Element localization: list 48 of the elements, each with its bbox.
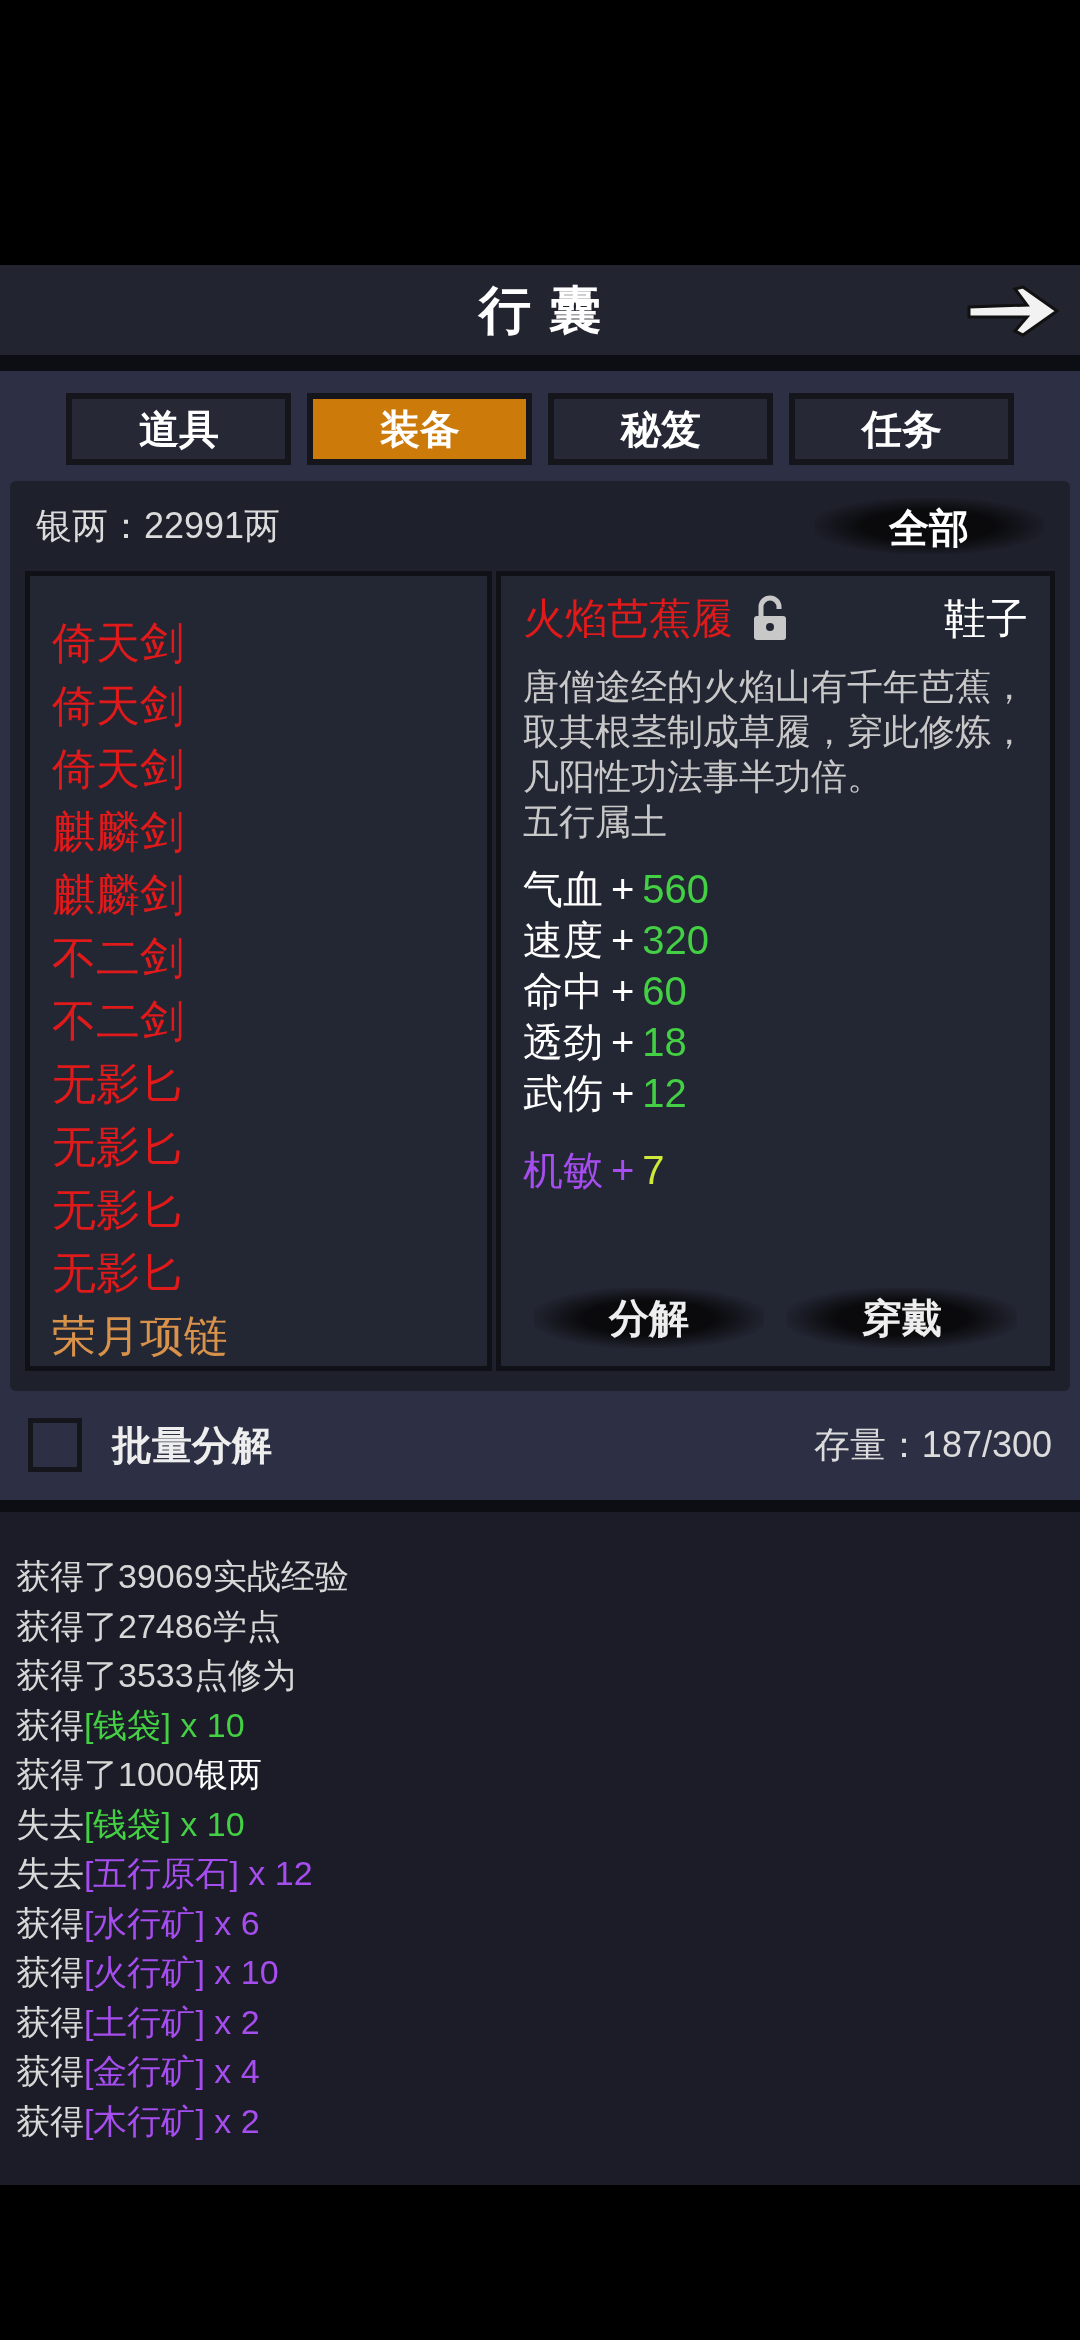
log-line: 获得[水行矿] x 6: [16, 1902, 261, 1944]
equipment-item[interactable]: 无影匕: [52, 1052, 487, 1115]
equipment-item[interactable]: 倚天剑: [52, 674, 487, 737]
stat-line: 速度 + 320: [523, 917, 711, 964]
stat-line: 透劲 + 18: [523, 1019, 688, 1066]
unlocked-padlock-icon[interactable]: [753, 595, 787, 641]
log-line: 获得了1000银两: [16, 1754, 263, 1795]
checkbox[interactable]: [28, 1418, 82, 1472]
log-line: 获得[木行矿] x 2: [16, 2100, 261, 2142]
log-line: 失去[五行原石] x 12: [16, 1853, 314, 1894]
equipment-item[interactable]: 麒麟剑: [52, 800, 487, 863]
equipment-item[interactable]: 无影匕: [52, 1115, 487, 1178]
stat-line: 机敏 + 7: [523, 1147, 666, 1194]
log-line: 获得了39069实战经验: [16, 1556, 350, 1597]
equipment-item[interactable]: 无影匕: [52, 1241, 487, 1304]
log-line: 获得[金行矿] x 4: [16, 2051, 261, 2092]
equipment-item[interactable]: 麒麟剑: [52, 863, 487, 926]
equipment-item[interactable]: 不二剑: [52, 989, 487, 1052]
arrow-right-icon[interactable]: [965, 283, 1060, 339]
capacity-text: 存量：187/300: [813, 1423, 1052, 1467]
log-line: 获得了3533点修为: [16, 1655, 297, 1696]
stat-line: 气血 + 560: [523, 866, 711, 913]
log-line: 获得[钱袋] x 10: [16, 1704, 246, 1746]
window-title: 行 囊: [478, 278, 602, 342]
item-description: 唐僧途经的火焰山有千年芭蕉，取其根茎制成草履，穿此修炼，凡阳性功法事半功倍。: [523, 665, 1028, 799]
log-line: 失去[钱袋] x 10: [16, 1803, 246, 1845]
stat-line: 命中 + 60: [523, 968, 688, 1015]
tab[interactable]: 道具: [66, 393, 291, 465]
equipment-item[interactable]: 倚天剑: [52, 737, 487, 800]
item-element: 五行属土: [523, 800, 668, 844]
equipment-item[interactable]: 荣月项链: [52, 1304, 487, 1366]
tab[interactable]: 秘笈: [548, 393, 773, 465]
item-slot: 鞋子: [944, 586, 1028, 650]
filter-button[interactable]: 全部: [814, 498, 1044, 554]
tab[interactable]: 装备: [307, 393, 532, 465]
log-line: 获得[土行矿] x 2: [16, 2001, 261, 2043]
log-line: 获得[火行矿] x 10: [16, 1952, 280, 1993]
tab[interactable]: 任务: [789, 393, 1014, 465]
equipment-item[interactable]: 不二剑: [52, 926, 487, 989]
equipment-item[interactable]: 倚天剑: [52, 611, 487, 674]
money-balance: 银两：22991两: [36, 504, 281, 548]
log-line: 获得了27486学点: [16, 1605, 282, 1647]
batch-label: 批量分解: [112, 1420, 272, 1470]
action-button[interactable]: 分解: [534, 1288, 765, 1348]
stat-line: 武伤 + 12: [523, 1070, 688, 1117]
item-name: 火焰芭蕉履: [523, 593, 733, 644]
equipment-item[interactable]: 无影匕: [52, 1178, 487, 1241]
action-button[interactable]: 穿戴: [786, 1288, 1017, 1348]
